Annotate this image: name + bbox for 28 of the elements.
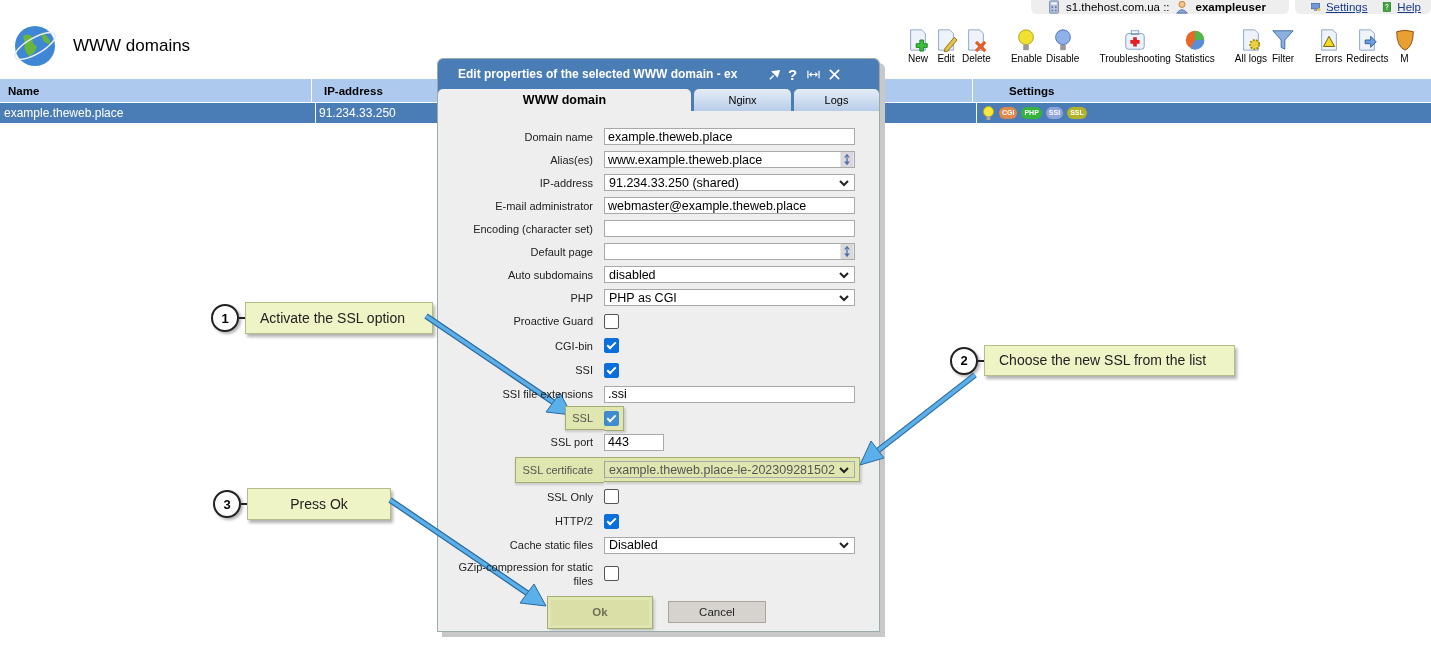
- field-label: Auto subdomains: [508, 267, 593, 282]
- field-label: IP-address: [539, 175, 593, 190]
- field-label: SSL Only: [546, 489, 593, 504]
- user-name: exampleuser: [1195, 1, 1266, 13]
- step-number: 3: [213, 490, 241, 518]
- field-label: Alias(es): [550, 152, 593, 167]
- callout-note: Choose the new SSL from the list: [984, 345, 1235, 376]
- field-label: Default page: [530, 244, 593, 259]
- dialog-title: Edit properties of the selected WWW domain - ex: [458, 67, 739, 81]
- callout-note: Press Ok: [247, 488, 391, 520]
- page-title: WWW domains: [73, 36, 191, 56]
- step-number: 1: [211, 304, 239, 332]
- step-number: 2: [950, 346, 978, 375]
- field-label: Encoding (character set): [473, 221, 593, 236]
- server-name: s1.thehost.com.ua ::: [1066, 1, 1170, 13]
- field-label: CGI-bin: [555, 338, 593, 353]
- field-label: E-mail administrator: [495, 198, 593, 213]
- field-label: SSL port: [550, 435, 593, 449]
- field-label: Cache static files: [509, 538, 593, 552]
- callout-note: Activate the SSL option: [245, 302, 433, 334]
- field-label: SSL certificate: [515, 456, 604, 483]
- field-label: Domain name: [524, 129, 593, 144]
- table-cell: example.theweb.place: [4, 103, 316, 123]
- field-label: Proactive Guard: [513, 314, 593, 329]
- field-label: PHP: [570, 290, 593, 305]
- field-label: HTTP/2: [555, 514, 593, 529]
- field-label: SSI: [575, 363, 593, 378]
- field-label: SSL: [565, 406, 604, 430]
